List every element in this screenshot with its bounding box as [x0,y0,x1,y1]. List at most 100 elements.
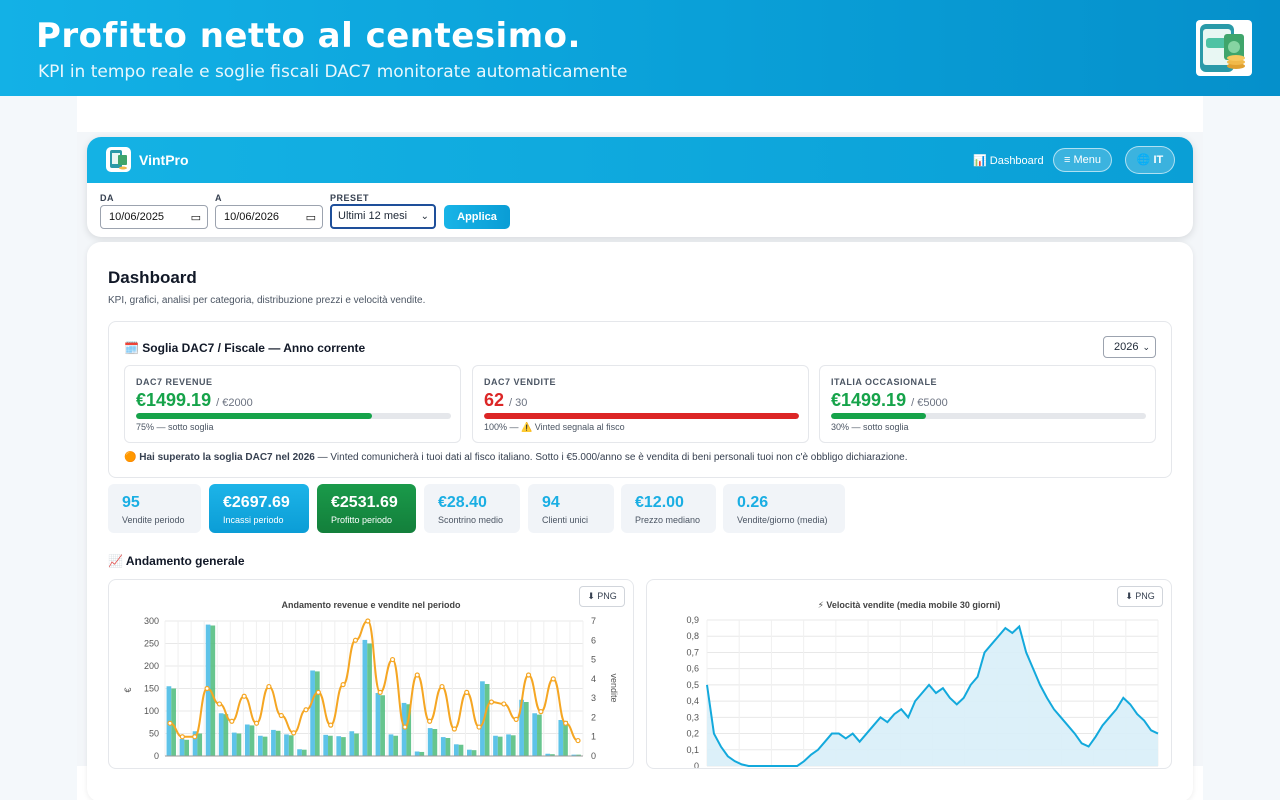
threshold-label: DAC7 VENDITE [484,377,557,387]
banner-subtitle: KPI in tempo reale e soglie fiscali DAC7… [38,62,628,82]
sales-point [303,707,309,713]
threshold-value: €1499.19 / €2000 [136,390,253,411]
calendar-icon[interactable]: ▭ [306,207,316,229]
sales-point [315,689,321,695]
dac7-alert-text: — Vinted comunicherà i tuoi dati al fisc… [314,452,908,463]
revenue-bar [532,713,538,756]
y-tick-label: 150 [144,684,159,694]
velocity-chart: 0,9 0,8 0,7 0,6 0,5 0,4 0,3 0,2 0,1 0 [686,615,1159,769]
profit-bar [458,744,464,756]
profit-bar [380,695,385,756]
revenue-bar [179,738,185,756]
banner-title: Profitto netto al centesimo. [36,16,581,56]
threshold-limit: / 30 [509,397,528,409]
profit-bar [197,733,203,756]
kpi-label: Prezzo mediano [635,515,701,525]
revenue-bar [231,732,237,756]
dac7-revenue-box: DAC7 REVENUE €1499.19 / €2000 75% — sott… [124,365,461,443]
profit-bar [367,643,372,756]
chevron-down-icon: ⌄ [1142,342,1150,352]
revenue-bar [244,724,250,756]
profit-bar [223,714,229,756]
profit-bar [341,737,346,756]
kpi-value: 0.26 [737,494,769,511]
sales-point [563,720,569,726]
profit-bar [497,736,503,756]
profit-bar [249,725,255,756]
phone-money-icon [1198,22,1250,74]
app-name[interactable]: VintPro [139,152,189,168]
from-date-label: DA [100,193,114,203]
sales-point [389,656,396,663]
sales-point [439,683,445,690]
progress-bar [484,413,799,419]
revenue-bar [284,734,289,756]
y-tick-label: 0,3 [686,712,699,722]
y-tick-label: 0,9 [686,615,699,625]
sales-point [291,730,297,736]
sales-point [365,618,371,624]
sales-point [550,676,556,682]
profit-bar [393,735,399,756]
y-tick-label: 0 [694,761,699,769]
apply-button[interactable]: Applica [444,205,510,229]
profit-bar [523,702,529,756]
y2-tick-label: 1 [591,732,596,742]
revenue-bar [258,735,263,756]
threshold-amount: €1499.19 [136,390,212,410]
language-button[interactable]: 🌐 IT [1125,146,1175,174]
nav-dashboard-link[interactable]: 📊 Dashboard [973,154,1044,167]
page-frame: VintPro 📊 Dashboard ≡ Menu 🌐 IT DA 10/06… [77,96,1203,800]
y2-tick-label: 0 [591,751,596,761]
dac7-alert-bold: 🟠 Hai superato la soglia DAC7 nel 2026 [124,452,315,463]
app-topbar: VintPro 📊 Dashboard ≡ Menu 🌐 IT [87,137,1193,183]
sales-point [402,724,408,730]
menu-button[interactable]: ≡ Menu [1053,148,1112,172]
sales-point [278,712,284,719]
from-date-input[interactable]: 10/06/2025 ▭ [100,205,208,229]
revenue-bar [414,751,420,756]
sales-point [340,682,346,688]
year-value: 2026 [1114,341,1139,353]
calendar-icon[interactable]: ▭ [191,207,201,229]
kpi-card-profit: €2531.69 Profitto periodo [317,484,416,533]
y-tick-label: 0,8 [686,631,699,641]
y-tick-label: 250 [144,639,159,649]
y2-tick-label: 6 [591,635,596,645]
revenue-bar [388,734,394,756]
progress-bar [831,413,1146,419]
profit-bar [275,730,281,756]
threshold-value: €1499.19 / €5000 [831,390,948,411]
revenue-bar [362,639,368,756]
profit-bar [314,671,320,756]
sales-point [216,701,223,707]
sales-point [488,699,495,705]
revenue-bar [349,731,355,756]
threshold-limit: / €2000 [216,397,253,409]
italia-occasionale-box: ITALIA OCCASIONALE €1499.19 / €5000 30% … [819,365,1156,443]
sales-point [525,672,532,678]
sales-point [427,718,433,724]
kpi-label: Profitto periodo [331,515,393,525]
promo-banner: Profitto netto al centesimo. KPI in temp… [0,0,1280,96]
threshold-label: DAC7 REVENUE [136,377,213,387]
kpi-label: Vendite/giorno (media) [737,515,828,525]
profit-bar [184,739,190,756]
sales-point [377,689,383,695]
year-select[interactable]: 2026 ⌄ [1103,336,1156,358]
app-logo-icon[interactable] [106,147,131,172]
y-tick-label: 50 [149,729,159,739]
revenue-bar [323,734,329,756]
revenue-chart-card: ⬇ PNG Andamento revenue e vendite nel pe… [108,579,634,769]
kpi-card-avg-receipt: €28.40 Scontrino medio [424,484,520,533]
profit-bar [510,735,516,756]
kpi-value: 94 [542,494,560,511]
kpi-value: €28.40 [438,494,487,511]
y-tick-label: 200 [144,661,159,671]
dac7-title: 🗓️ Soglia DAC7 / Fiscale — Anno corrente [124,341,366,355]
revenue-bar [558,720,564,756]
threshold-amount: €1499.19 [831,390,907,410]
revenue-bar [427,728,433,756]
to-date-input[interactable]: 10/06/2026 ▭ [215,205,323,229]
preset-select[interactable]: Ultimi 12 mesi ⌄ [330,204,436,229]
